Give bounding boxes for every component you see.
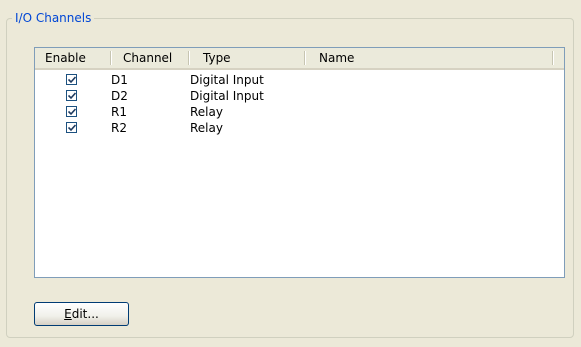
column-header-filler xyxy=(553,48,564,68)
column-header-label: Type xyxy=(203,51,231,65)
column-header-label: Channel xyxy=(123,51,173,65)
type-cell: Relay xyxy=(190,105,223,119)
edit-button[interactable]: Edit... xyxy=(34,302,129,326)
column-header-enable[interactable]: Enable xyxy=(35,48,111,68)
column-header-label: Name xyxy=(319,51,355,65)
column-header-label: Enable xyxy=(45,51,86,65)
type-cell: Digital Input xyxy=(190,73,264,87)
groupbox-title: I/O Channels xyxy=(12,10,95,26)
channels-list[interactable]: Enable Channel Type Name D1 Digital Inpu… xyxy=(34,47,565,278)
enable-checkbox[interactable] xyxy=(66,122,77,133)
enable-checkbox[interactable] xyxy=(66,106,77,117)
channel-cell: R2 xyxy=(111,121,127,135)
type-cell: Digital Input xyxy=(190,89,264,103)
checkmark-icon xyxy=(68,76,76,84)
io-channels-panel: I/O Channels Enable Channel Type Name D1… xyxy=(0,0,581,347)
table-row[interactable]: D1 Digital Input xyxy=(35,72,564,88)
enable-checkbox[interactable] xyxy=(66,90,77,101)
checkmark-icon xyxy=(68,124,76,132)
edit-button-label: dit... xyxy=(71,307,99,321)
checkmark-icon xyxy=(68,108,76,116)
checkmark-icon xyxy=(68,92,76,100)
enable-checkbox[interactable] xyxy=(66,74,77,85)
channel-cell: R1 xyxy=(111,105,127,119)
column-header-type[interactable]: Type xyxy=(189,48,305,68)
table-row[interactable]: D2 Digital Input xyxy=(35,88,564,104)
list-rows: D1 Digital Input D2 Digital Input R1 Rel… xyxy=(35,72,564,136)
list-header: Enable Channel Type Name xyxy=(35,48,564,70)
edit-button-mnemonic: E xyxy=(64,307,72,321)
channel-cell: D2 xyxy=(111,89,128,103)
table-row[interactable]: R2 Relay xyxy=(35,120,564,136)
channel-cell: D1 xyxy=(111,73,128,87)
column-header-name[interactable]: Name xyxy=(305,48,553,68)
column-header-channel[interactable]: Channel xyxy=(111,48,189,68)
table-row[interactable]: R1 Relay xyxy=(35,104,564,120)
type-cell: Relay xyxy=(190,121,223,135)
